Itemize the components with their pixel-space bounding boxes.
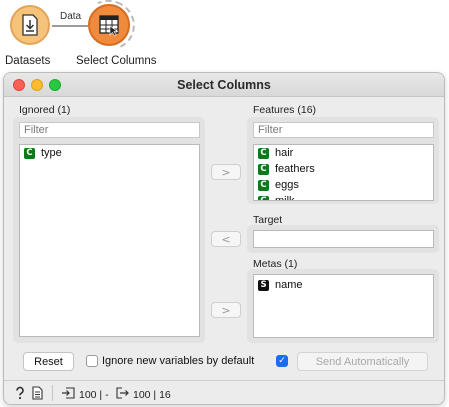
status-divider bbox=[52, 385, 53, 401]
select-columns-node-label: Select Columns bbox=[76, 55, 157, 67]
send-button[interactable]: Send Automatically bbox=[297, 352, 428, 371]
features-title: Features (16) bbox=[253, 104, 317, 116]
list-item[interactable]: C type bbox=[20, 145, 199, 161]
move-to-metas-button[interactable]: > bbox=[211, 302, 241, 318]
select-columns-icon bbox=[90, 6, 128, 44]
list-item[interactable]: C eggs bbox=[254, 177, 433, 193]
ignored-filter-input[interactable] bbox=[19, 122, 200, 138]
output-summary-text: 100 | 16 bbox=[133, 388, 171, 401]
string-variable-icon: S bbox=[258, 279, 269, 291]
ignore-new-variables-label: Ignore new variables by default bbox=[102, 355, 255, 367]
variable-name: eggs bbox=[275, 179, 299, 191]
download-document-icon bbox=[12, 7, 48, 43]
link-label: Data bbox=[60, 11, 82, 22]
continuous-variable-icon: C bbox=[24, 147, 35, 159]
ignored-panel: C type bbox=[13, 117, 205, 343]
continuous-variable-icon: C bbox=[258, 163, 269, 175]
input-summary[interactable]: 100 | - bbox=[62, 387, 109, 402]
input-summary-text: 100 | - bbox=[79, 388, 109, 401]
move-to-target-button[interactable]: < bbox=[211, 231, 241, 247]
datasets-node[interactable] bbox=[10, 5, 50, 45]
features-filter-input[interactable] bbox=[253, 122, 434, 138]
output-icon bbox=[116, 387, 129, 402]
features-list[interactable]: C hair C feathers C eggs C milk bbox=[253, 144, 434, 201]
ignored-list[interactable]: C type bbox=[19, 144, 200, 337]
metas-list[interactable]: S name bbox=[253, 274, 434, 338]
continuous-variable-icon: C bbox=[258, 179, 269, 191]
variable-name: type bbox=[41, 147, 62, 159]
status-bar: 100 | - 100 | 16 bbox=[4, 380, 444, 404]
continuous-variable-icon: C bbox=[258, 195, 269, 200]
ignored-title: Ignored (1) bbox=[19, 104, 71, 116]
window-title: Select Columns bbox=[177, 78, 271, 92]
variable-name: name bbox=[275, 279, 303, 291]
variable-name: hair bbox=[275, 147, 294, 159]
list-item[interactable]: S name bbox=[254, 277, 433, 293]
checkmark-icon: ✓ bbox=[278, 356, 286, 366]
variable-name: milk bbox=[275, 195, 295, 201]
input-icon bbox=[62, 387, 75, 402]
list-item[interactable]: C feathers bbox=[254, 161, 433, 177]
move-to-features-button[interactable]: > bbox=[211, 164, 241, 180]
list-item[interactable]: C milk bbox=[254, 193, 433, 201]
help-icon[interactable] bbox=[14, 386, 26, 400]
datasets-node-label: Datasets bbox=[5, 55, 51, 67]
ignore-new-variables-checkbox[interactable] bbox=[86, 355, 98, 367]
select-columns-window: Select Columns Ignored (1) C type > < > … bbox=[3, 72, 445, 405]
target-field[interactable] bbox=[253, 230, 434, 248]
report-icon[interactable] bbox=[32, 386, 43, 400]
reset-button[interactable]: Reset bbox=[23, 352, 74, 371]
send-automatically-checkbox[interactable]: ✓ bbox=[276, 355, 288, 367]
continuous-variable-icon: C bbox=[258, 147, 269, 159]
metas-panel: S name bbox=[247, 269, 439, 343]
list-item[interactable]: C hair bbox=[254, 145, 433, 161]
workflow-canvas: Data Datasets Select Columns bbox=[0, 0, 449, 72]
variable-name: feathers bbox=[275, 163, 315, 175]
target-panel bbox=[247, 225, 439, 253]
title-bar[interactable]: Select Columns bbox=[4, 73, 444, 97]
select-columns-node[interactable] bbox=[88, 4, 130, 46]
output-summary[interactable]: 100 | 16 bbox=[116, 387, 171, 402]
features-panel: C hair C feathers C eggs C milk bbox=[247, 117, 439, 204]
